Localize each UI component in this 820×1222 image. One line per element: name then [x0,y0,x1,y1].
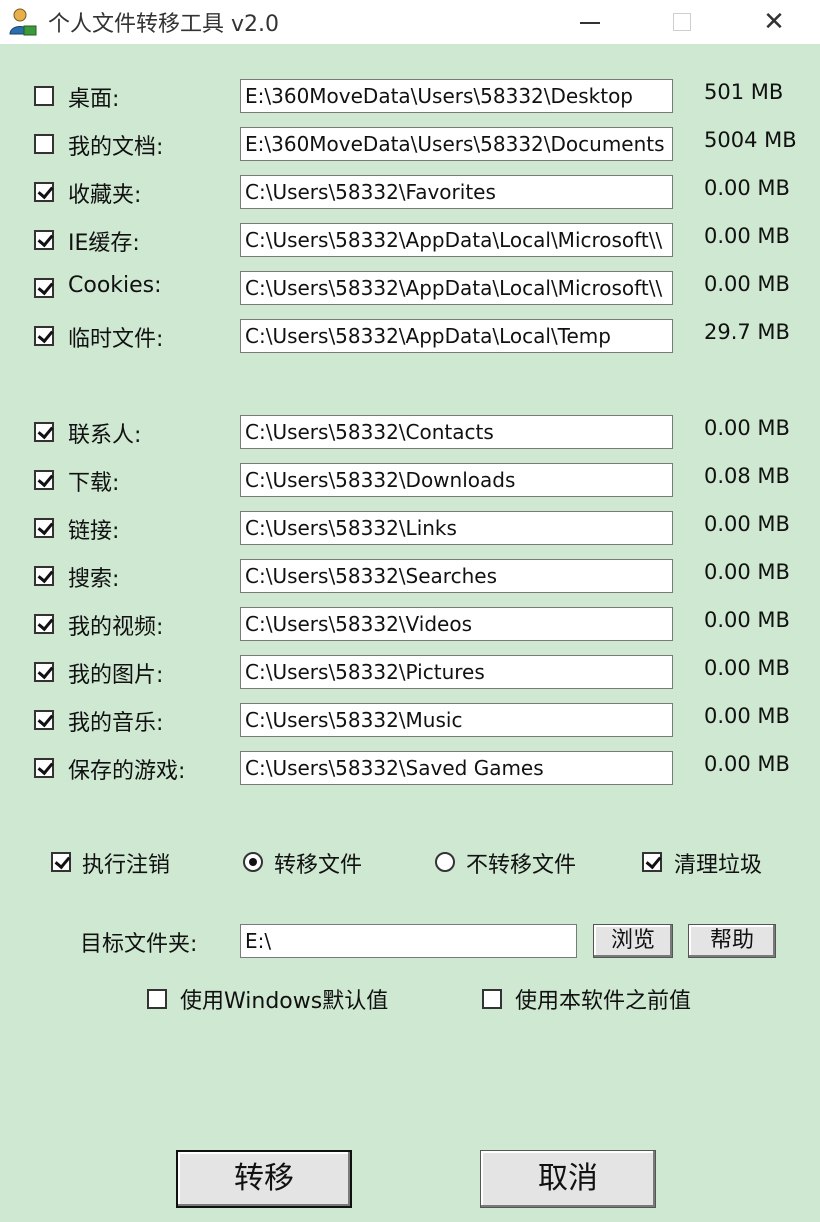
folder-size: 0.00 MB [704,512,790,536]
folder-label: 链接: [68,519,120,544]
execute-logoff-checkbox[interactable] [51,852,71,872]
folder-path-input[interactable]: C:\Users\58332\Pictures [240,655,673,689]
folder-path-input[interactable]: C:\Users\58332\AppData\Local\Microsoft\\ [240,271,673,305]
folder-size: 0.00 MB [704,752,790,776]
folder-path-input[interactable]: C:\Users\58332\Saved Games [240,751,673,785]
folder-checkbox[interactable] [34,758,54,778]
folder-checkbox[interactable] [34,422,54,442]
target-folder-input[interactable]: E:\ [240,924,577,958]
folder-label: 我的文档: [68,135,164,160]
user-app-icon [9,8,37,36]
minimize-icon [580,22,600,24]
folder-size: 0.00 MB [704,656,790,680]
help-button[interactable]: 帮助 [688,924,776,958]
folder-label: 收藏夹: [68,183,142,208]
folder-path-input[interactable]: E:\360MoveData\Users\58332\Documents [240,127,673,161]
folder-label: 我的视频: [68,615,164,640]
folder-size: 29.7 MB [704,320,790,344]
use-previous-values-label: 使用本软件之前值 [515,989,692,1014]
folder-checkbox[interactable] [34,566,54,586]
target-folder-label: 目标文件夹: [80,932,198,957]
folder-path-input[interactable]: C:\Users\58332\Links [240,511,673,545]
close-icon: ✕ [763,7,785,37]
folder-size: 5004 MB [704,128,797,152]
transfer-button[interactable]: 转移 [176,1150,352,1208]
maximize-icon [673,13,691,31]
use-windows-default-label: 使用Windows默认值 [180,989,389,1014]
folder-checkbox[interactable] [34,134,54,154]
folder-checkbox[interactable] [34,614,54,634]
folder-size: 0.00 MB [704,560,790,584]
folder-label: Cookies: [68,273,162,298]
folder-size: 501 MB [704,80,784,104]
folder-path-input[interactable]: E:\360MoveData\Users\58332\Desktop [240,79,673,113]
folder-checkbox[interactable] [34,470,54,490]
folder-checkbox[interactable] [34,518,54,538]
minimize-button[interactable] [544,0,636,44]
folder-checkbox[interactable] [34,182,54,202]
folder-label: 搜索: [68,567,120,592]
folder-path-input[interactable]: C:\Users\58332\Videos [240,607,673,641]
folder-size: 0.00 MB [704,272,790,296]
folder-path-input[interactable]: C:\Users\58332\AppData\Local\Microsoft\\ [240,223,673,257]
maximize-button[interactable] [636,0,728,44]
folder-path-input[interactable]: C:\Users\58332\Downloads [240,463,673,497]
folder-size: 0.08 MB [704,464,790,488]
use-windows-default-checkbox[interactable] [147,989,167,1009]
folder-path-input[interactable]: C:\Users\58332\Music [240,703,673,737]
folder-checkbox[interactable] [34,86,54,106]
folder-checkbox[interactable] [34,326,54,346]
browse-button[interactable]: 浏览 [593,924,673,958]
folder-size: 0.00 MB [704,608,790,632]
clean-junk-checkbox[interactable] [642,852,662,872]
execute-logoff-label: 执行注销 [82,853,171,878]
folder-checkbox[interactable] [34,230,54,250]
window-title: 个人文件转移工具 v2.0 [48,12,280,37]
transfer-files-radio[interactable] [243,852,263,872]
folder-size: 0.00 MB [704,416,790,440]
folder-checkbox[interactable] [34,710,54,730]
folder-size: 0.00 MB [704,704,790,728]
cancel-button[interactable]: 取消 [480,1150,656,1208]
folder-path-input[interactable]: C:\Users\58332\Favorites [240,175,673,209]
folder-label: 临时文件: [68,327,164,352]
close-button[interactable]: ✕ [728,0,820,44]
folder-path-input[interactable]: C:\Users\58332\Searches [240,559,673,593]
folder-label: 下载: [68,471,120,496]
folder-label: 我的音乐: [68,711,164,736]
use-previous-values-checkbox[interactable] [482,989,502,1009]
folder-size: 0.00 MB [704,176,790,200]
folder-path-input[interactable]: C:\Users\58332\Contacts [240,415,673,449]
clean-junk-label: 清理垃圾 [674,853,763,878]
no-transfer-files-radio[interactable] [435,852,455,872]
folder-path-input[interactable]: C:\Users\58332\AppData\Local\Temp [240,319,673,353]
folder-label: 联系人: [68,423,142,448]
folder-checkbox[interactable] [34,662,54,682]
folder-label: 我的图片: [68,663,164,688]
no-transfer-files-label: 不转移文件 [466,853,577,878]
folder-size: 0.00 MB [704,224,790,248]
folder-label: 桌面: [68,87,120,112]
transfer-files-label: 转移文件 [274,853,363,878]
folder-label: 保存的游戏: [68,759,186,784]
folder-checkbox[interactable] [34,278,54,298]
folder-label: IE缓存: [68,231,140,256]
title-bar: 个人文件转移工具 v2.0 ✕ [0,0,820,44]
